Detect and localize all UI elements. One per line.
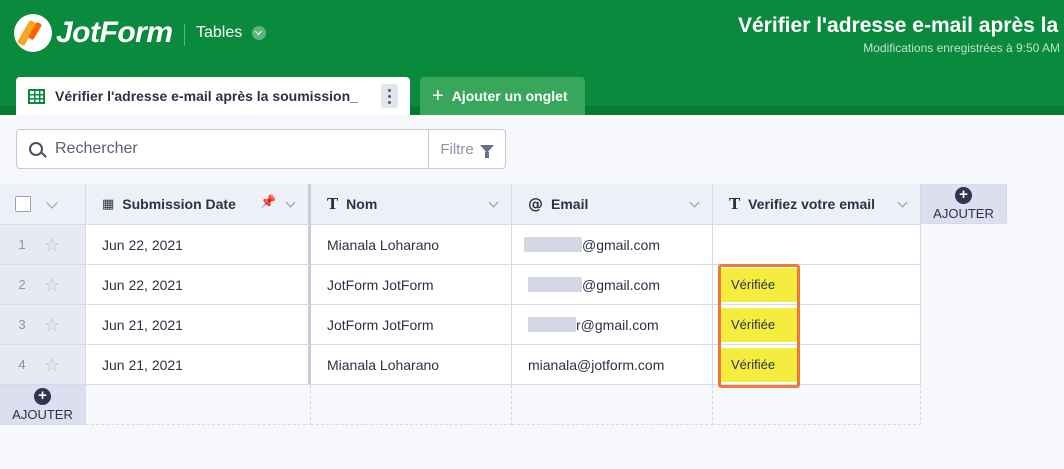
cell-email[interactable]: mianala@jotform.com xyxy=(512,345,713,385)
cell-date[interactable]: Jun 22, 2021 xyxy=(86,265,311,305)
document-title[interactable]: Vérifier l'adresse e-mail après la soumi… xyxy=(738,14,1064,38)
add-circle-icon: + xyxy=(955,186,972,204)
cell-verified[interactable]: Vérifiée xyxy=(713,305,921,345)
column-header-label: Submission Date xyxy=(122,196,236,212)
empty-cell xyxy=(311,385,512,425)
text-icon: T xyxy=(729,195,741,213)
verified-badge: Vérifiée xyxy=(721,347,799,382)
redacted-block xyxy=(528,277,582,292)
cell-name[interactable]: Mianala Loharano xyxy=(311,345,512,385)
search-box xyxy=(16,129,429,169)
header-divider xyxy=(184,24,185,46)
cell-email[interactable]: r@gmail.com xyxy=(512,305,713,345)
cell-verified[interactable]: Vérifiée xyxy=(713,265,921,305)
email-text: @gmail.com xyxy=(582,276,661,293)
tables-label: Tables xyxy=(196,24,243,41)
column-header-label: Nom xyxy=(346,196,378,212)
verified-badge: Vérifiée xyxy=(721,307,799,342)
row-header: 1 ☆ xyxy=(0,225,86,265)
row-number: 2 xyxy=(18,277,26,292)
funnel-icon xyxy=(479,145,494,158)
add-tab-button[interactable]: + Ajouter un onglet xyxy=(420,77,585,115)
column-header-label: Verifiez votre email xyxy=(748,196,876,212)
jotform-logo[interactable]: JotForm xyxy=(14,14,173,52)
more-dot-icon xyxy=(388,100,391,104)
row-header: 2 ☆ xyxy=(0,265,86,305)
add-column-button[interactable]: + AJOUTER xyxy=(921,184,1007,224)
add-tab-label: Ajouter un onglet xyxy=(451,88,568,104)
empty-cell xyxy=(512,385,713,425)
at-icon: @ xyxy=(528,195,543,213)
pin-icon[interactable]: 📌 xyxy=(260,195,276,208)
row-number: 3 xyxy=(18,317,26,332)
select-all-checkbox[interactable] xyxy=(15,196,31,212)
cell-date[interactable]: Jun 22, 2021 xyxy=(86,225,311,265)
cell-name[interactable]: JotForm JotForm xyxy=(311,305,512,345)
cell-name[interactable]: JotForm JotForm xyxy=(311,265,512,305)
add-row-label: AJOUTER xyxy=(12,406,73,422)
calendar-icon: ▦ xyxy=(102,196,115,212)
column-header-label: Email xyxy=(551,196,589,212)
cell-name[interactable]: Mianala Loharano xyxy=(311,225,512,265)
empty-cell xyxy=(713,385,921,425)
more-dot-icon xyxy=(388,88,391,92)
chevron-down-icon[interactable] xyxy=(897,197,908,208)
cell-verified[interactable] xyxy=(713,225,921,265)
tables-dropdown[interactable]: Tables xyxy=(196,24,267,42)
add-circle-icon: + xyxy=(34,387,51,405)
chevron-down-icon[interactable] xyxy=(46,197,58,209)
filter-button[interactable]: Filtre xyxy=(428,129,506,169)
row-number: 1 xyxy=(18,237,26,252)
text-icon: T xyxy=(327,195,339,213)
star-icon[interactable]: ☆ xyxy=(44,316,60,334)
star-icon[interactable]: ☆ xyxy=(44,276,60,294)
logo-text: JotForm xyxy=(56,16,173,49)
tab-active-sheet[interactable]: Vérifier l'adresse e-mail après la soumi… xyxy=(16,77,410,115)
redacted-block xyxy=(524,237,582,252)
email-text: r@gmail.com xyxy=(576,316,659,333)
cell-date[interactable]: Jun 21, 2021 xyxy=(86,305,311,345)
email-text: @gmail.com xyxy=(582,236,661,253)
column-header-nom[interactable]: T Nom xyxy=(311,184,512,225)
app-header: JotForm Tables Vérifier l'adresse e-mail… xyxy=(0,0,1064,69)
star-icon[interactable]: ☆ xyxy=(44,236,60,254)
column-header-email[interactable]: @ Email xyxy=(512,184,713,225)
chevron-down-icon xyxy=(252,26,267,40)
star-icon[interactable]: ☆ xyxy=(44,356,60,374)
cell-date[interactable]: Jun 21, 2021 xyxy=(86,345,311,385)
save-status: Modifications enregistrées à 9:50 AM xyxy=(863,41,1060,55)
cell-verified[interactable]: Vérifiée xyxy=(713,345,921,385)
add-column-label: AJOUTER xyxy=(933,205,994,221)
empty-cell xyxy=(86,385,311,425)
chevron-down-icon[interactable] xyxy=(488,197,499,208)
filter-label: Filtre xyxy=(440,140,474,158)
chevron-down-icon[interactable] xyxy=(285,197,296,208)
chevron-down-icon[interactable] xyxy=(689,197,700,208)
select-all-header xyxy=(0,184,86,225)
table-grid-icon xyxy=(28,88,45,104)
verified-badge: Vérifiée xyxy=(721,267,799,302)
cell-email[interactable]: @gmail.com xyxy=(512,225,713,265)
search-icon xyxy=(29,142,43,156)
redacted-block xyxy=(528,317,576,332)
jotform-logo-icon xyxy=(14,14,52,52)
cell-email[interactable]: @gmail.com xyxy=(512,265,713,305)
tab-active-label: Vérifier l'adresse e-mail après la soumi… xyxy=(55,88,358,104)
plus-icon: + xyxy=(432,85,444,107)
search-input[interactable] xyxy=(55,140,395,158)
row-header: 4 ☆ xyxy=(0,345,86,385)
add-row-button[interactable]: + AJOUTER xyxy=(0,385,86,425)
column-header-verifiez[interactable]: T Verifiez votre email xyxy=(713,184,921,225)
row-header: 3 ☆ xyxy=(0,305,86,345)
row-number: 4 xyxy=(18,357,26,372)
tab-more-options-button[interactable] xyxy=(381,84,398,108)
more-dot-icon xyxy=(388,94,391,98)
column-header-submission-date[interactable]: ▦ Submission Date 📌 xyxy=(86,184,311,225)
